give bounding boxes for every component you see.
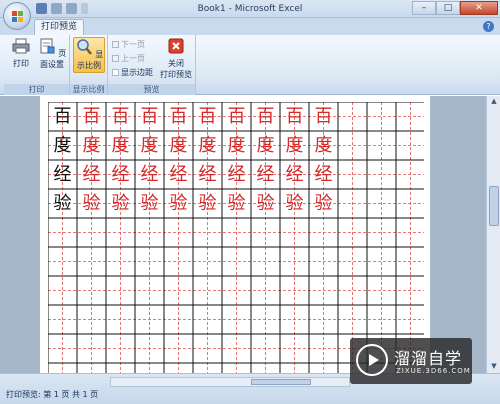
checkbox-icon <box>112 69 119 76</box>
next-page-button[interactable]: 下一页 <box>112 39 145 50</box>
horizontal-scrollbar[interactable] <box>110 377 350 387</box>
practice-character: 经 <box>198 164 217 185</box>
practice-character: 验 <box>198 193 217 214</box>
practice-character: 经 <box>111 164 130 185</box>
practice-character: 百 <box>169 106 188 127</box>
tab-print-preview[interactable]: 打印预览 <box>34 19 85 35</box>
zoom-button[interactable]: 显示比例 <box>73 37 105 73</box>
practice-character: 百 <box>256 106 275 127</box>
lead-character: 度 <box>53 135 72 156</box>
practice-character: 度 <box>169 135 188 156</box>
practice-character: 经 <box>227 164 246 185</box>
minimize-button[interactable]: – <box>412 1 436 15</box>
practice-character: 百 <box>314 106 333 127</box>
practice-character: 经 <box>82 164 101 185</box>
practice-character: 度 <box>314 135 333 156</box>
ribbon-tab-row: 打印预览 ? <box>0 18 500 35</box>
office-logo-icon <box>12 11 24 23</box>
practice-character: 百 <box>111 106 130 127</box>
practice-character: 度 <box>256 135 275 156</box>
title-bar: Book1 - Microsoft Excel – □ ✕ <box>0 0 500 18</box>
practice-character: 百 <box>82 106 101 127</box>
page-setup-icon <box>40 38 55 54</box>
show-margins-checkbox[interactable]: 显示边距 <box>112 67 153 78</box>
practice-character: 验 <box>169 193 188 214</box>
lead-character: 百 <box>53 106 72 127</box>
help-icon[interactable]: ? <box>483 21 494 32</box>
ribbon: 打印 页面设置 打印 显示比例 显示比例 预览 下一页 上一页 显示边距 关闭 … <box>0 35 500 95</box>
watermark-sub: ZIXUE.3D66.COM <box>396 367 471 375</box>
print-group-label: 打印 <box>4 84 69 95</box>
maximize-button[interactable]: □ <box>436 1 460 15</box>
practice-character: 验 <box>140 193 159 214</box>
practice-character: 验 <box>256 193 275 214</box>
close-window-button[interactable]: ✕ <box>460 1 498 15</box>
zoom-group: 显示比例 显示比例 <box>70 35 108 95</box>
preview-group-label: 预览 <box>108 84 195 95</box>
office-button[interactable] <box>3 2 31 30</box>
practice-character: 度 <box>111 135 130 156</box>
horizontal-scroll-thumb[interactable] <box>251 379 311 385</box>
preview-page: 百百百百百百百百百百度度度度度度度度度度经经经经经经经经经经验验验验验验验验验验 <box>40 96 430 373</box>
printer-icon <box>12 38 30 54</box>
practice-character: 经 <box>169 164 188 185</box>
practice-character: 百 <box>198 106 217 127</box>
practice-character: 经 <box>314 164 333 185</box>
practice-character: 度 <box>198 135 217 156</box>
practice-character: 度 <box>285 135 304 156</box>
print-button[interactable]: 打印 <box>8 37 34 73</box>
lead-character: 验 <box>53 193 72 214</box>
practice-character: 经 <box>256 164 275 185</box>
next-page-icon <box>112 41 119 48</box>
practice-character: 验 <box>227 193 246 214</box>
vertical-scrollbar[interactable]: ▲ ▼ <box>486 96 500 373</box>
zoom-group-label: 显示比例 <box>70 84 107 95</box>
close-preview-icon <box>168 38 184 54</box>
watermark-main: 溜溜自学 <box>394 349 463 368</box>
practice-character: 经 <box>140 164 159 185</box>
practice-character: 验 <box>111 193 130 214</box>
page-setup-button[interactable]: 页面设置 <box>36 37 68 73</box>
watermark: 溜溜自学 ZIXUE.3D66.COM <box>350 338 472 384</box>
preview-area: 百百百百百百百百百百度度度度度度度度度度经经经经经经经经经经验验验验验验验验验验 <box>0 96 500 373</box>
practice-character: 验 <box>285 193 304 214</box>
practice-character: 百 <box>285 106 304 127</box>
practice-character: 百 <box>140 106 159 127</box>
scroll-up-icon[interactable]: ▲ <box>489 97 499 107</box>
scroll-down-icon[interactable]: ▼ <box>489 362 499 372</box>
previous-page-button[interactable]: 上一页 <box>112 53 145 64</box>
status-text: 打印预览: 第 1 页 共 1 页 <box>6 390 99 399</box>
vertical-scroll-thumb[interactable] <box>489 186 499 226</box>
practice-character: 经 <box>285 164 304 185</box>
practice-character: 度 <box>227 135 246 156</box>
window-controls: – □ ✕ <box>412 1 498 15</box>
play-logo-icon <box>356 344 388 376</box>
practice-character: 验 <box>82 193 101 214</box>
magnifier-icon <box>76 39 92 55</box>
practice-character: 度 <box>140 135 159 156</box>
close-print-preview-button[interactable]: 关闭 打印预览 <box>158 37 194 79</box>
practice-character: 百 <box>227 106 246 127</box>
previous-page-icon <box>112 55 119 62</box>
practice-character: 验 <box>314 193 333 214</box>
print-group: 打印 页面设置 打印 <box>4 35 70 95</box>
lead-character: 经 <box>53 164 72 185</box>
practice-character: 度 <box>82 135 101 156</box>
